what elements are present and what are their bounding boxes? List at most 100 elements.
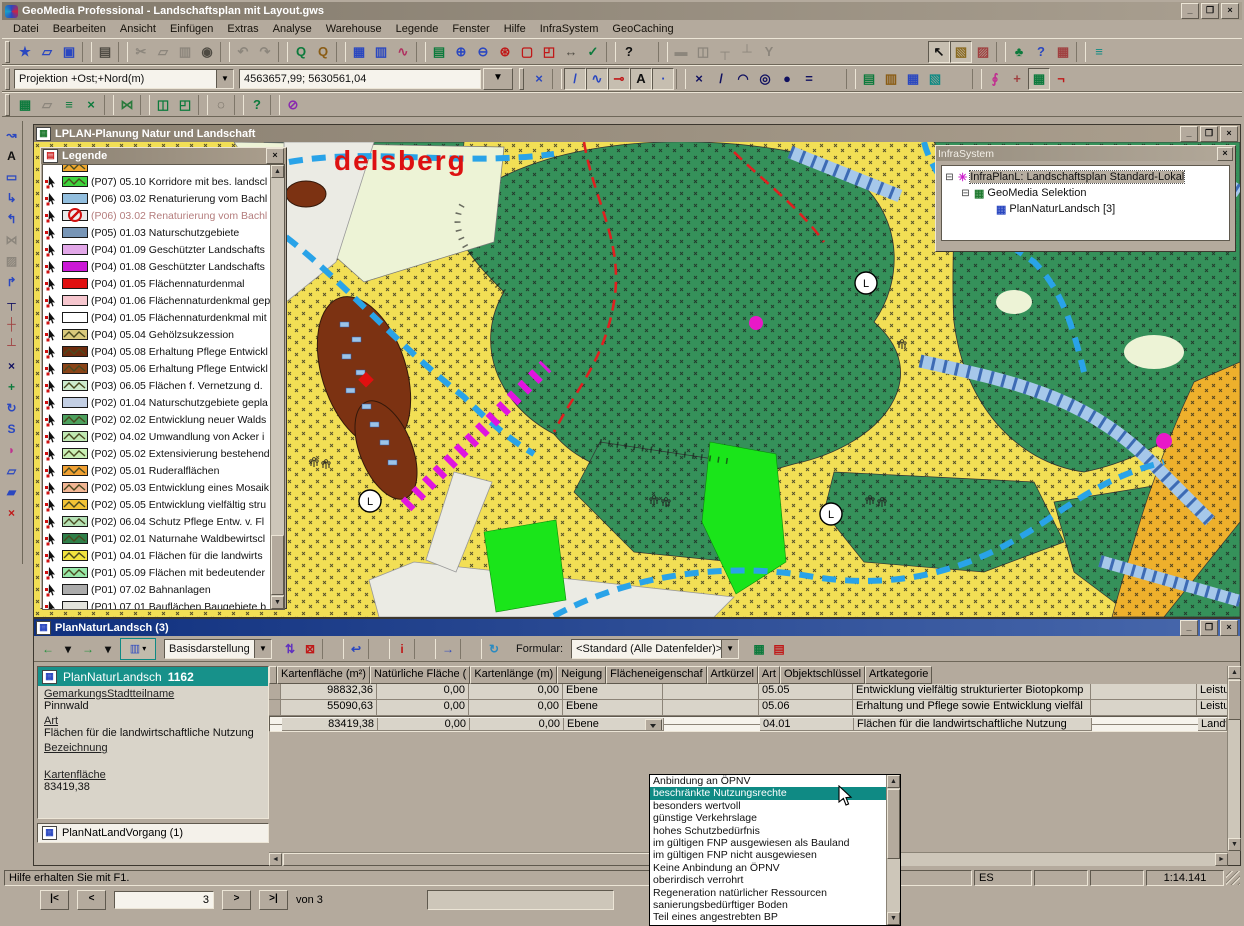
undo-icon[interactable]: ↶ [232,41,254,63]
snap-points-icon[interactable]: + [1006,68,1028,90]
next-record-icon[interactable]: → [78,639,98,659]
new-geoworkspace-icon[interactable]: ★ [14,41,36,63]
draw-circle-icon[interactable]: ◎ [754,68,776,90]
paste-icon[interactable]: ▥ [174,41,196,63]
display-properties-icon[interactable]: ▦ [749,639,769,659]
legend-item[interactable]: (P04) 01.05 Flächennaturdenmal [43,275,271,292]
fit-all-icon[interactable]: ▢ [516,41,538,63]
row-selector-cell[interactable] [269,700,281,716]
dropdown-scroll-thumb[interactable] [887,789,900,859]
move-element-icon[interactable]: + [2,376,21,397]
join-icon[interactable]: ⋈ [116,94,138,116]
last-record-button[interactable]: >| [259,890,288,910]
form-combobox[interactable]: <Standard (Alle Datenfelder)> ▼ [571,639,739,659]
cell-kartenlaenge[interactable]: 0,00 [469,684,563,700]
combo-arrow-icon[interactable]: ▼ [216,70,233,88]
refresh-table-icon[interactable]: ↻ [484,639,504,659]
previous-record-button[interactable]: < [77,890,106,910]
zoom-in-icon[interactable]: ⊕ [450,41,472,63]
rotate-element-icon[interactable]: ↻ [2,397,21,418]
row-selector-cell[interactable] [269,684,281,700]
scroll-up-icon[interactable]: ▲ [1228,666,1241,679]
legend-scroll-thumb[interactable] [271,535,284,595]
dropdown-option[interactable]: im gültigen FNP ausgewiesen als Bauland [650,837,887,849]
legend-item[interactable]: (P02) 05.01 Ruderalflächen [43,462,271,479]
legend-item[interactable]: (P02) 05.03 Entwicklung eines Mosaik [43,479,271,496]
display-style-combobox[interactable]: Basisdarstellung ▼ [164,639,272,659]
previous-options-icon[interactable]: ▾ [58,639,78,659]
cell-objektschluessel[interactable] [1091,700,1197,716]
zoom-out-icon[interactable]: ⊖ [472,41,494,63]
table-vertical-scrollbar[interactable]: ▲ ▼ [1227,666,1240,851]
hook-icon[interactable]: ↱ [2,271,21,292]
draw-line-icon[interactable]: / [564,68,586,90]
scroll-down-icon[interactable]: ▼ [887,912,900,925]
toolbar-grip[interactable] [519,68,524,90]
infrasystem-close-button[interactable]: × [1217,147,1233,161]
cell-kartenflaeche[interactable]: 98832,36 [281,684,377,700]
previous-record-icon[interactable]: ← [38,639,58,659]
dropdown-option[interactable]: Regeneration natürlicher Ressourcen [650,887,887,899]
redraw-icon[interactable]: ✓ [582,41,604,63]
select-features-icon[interactable]: ▨ [972,41,994,63]
dropdown-option[interactable]: Keine Anbindung an ÖPNV [650,862,887,874]
table-hscroll-thumb[interactable] [283,853,703,866]
dashed-end-icon[interactable]: ┴ [2,334,21,355]
reshape-element-icon[interactable]: S [2,418,21,439]
insert-thematic-icon[interactable]: ▦ [1052,41,1074,63]
row-up-icon[interactable]: ┬ [714,41,736,63]
menu-infrasystem[interactable]: InfraSystem [533,21,606,37]
legend-item[interactable]: (P02) 06.04 Schutz Pflege Entw. v. Fl [43,513,271,530]
pan-icon[interactable]: ↔ [560,41,582,63]
record-field-label[interactable]: GemarkungsStadtteilname [44,688,262,700]
extend-trim-icon[interactable]: ⊸ [608,68,630,90]
cell-kartenlaenge[interactable]: 0,00 [470,718,564,731]
redo-icon[interactable]: ↷ [254,41,276,63]
insert-text-icon[interactable]: A [630,68,652,90]
next-record-button[interactable]: > [222,890,251,910]
first-record-button[interactable]: |< [40,890,69,910]
record-number-input[interactable]: 3 [114,891,214,909]
draw-arc-icon[interactable]: ◠ [732,68,754,90]
table-vscroll-thumb[interactable] [1228,680,1241,720]
delete-feature-icon[interactable]: × [2,502,21,523]
map-minimize-button[interactable]: _ [1180,126,1198,142]
record-field-label[interactable]: Kartenfläche [44,769,262,781]
menu-bearbeiten[interactable]: Bearbeiten [46,21,113,37]
legend-item[interactable]: (P06) 03.02 Renaturierung vom Bachl [43,190,271,207]
cell-artkategorie[interactable]: Leistungsfäh [1197,684,1228,700]
draw-segment-icon[interactable]: / [710,68,732,90]
merge-rows-icon[interactable]: Y [758,41,780,63]
help-topics-icon[interactable]: ? [246,94,268,116]
table-row[interactable]: 55090,63 0,00 0,00 Ebene 05.06 Erhaltung… [269,700,1228,716]
scroll-down-icon[interactable]: ▼ [1228,838,1241,851]
select-columns-icon[interactable]: ▤ [769,639,789,659]
insert-point-icon[interactable]: ∙ [652,68,674,90]
toolbar-grip[interactable] [5,94,10,116]
select-tool-icon[interactable]: ↖ [928,41,950,63]
cell-art[interactable]: Flächen für die landwirtschaftliche Nutz… [854,718,1092,731]
draw-polyline-icon[interactable]: ∿ [586,68,608,90]
cell-artkategorie[interactable]: Landwirtschf [1198,718,1227,731]
related-table-panel[interactable]: ▦ PlanNatLandVorgang (1) [37,823,269,843]
legend-item[interactable]: (P02) 01.04 Naturschutzgebiete gepla [43,394,271,411]
legend-item[interactable]: (P05) 01.03 Naturschutzgebiete [43,224,271,241]
legend-item[interactable]: (P01) 07.02 Bahnanlagen [43,581,271,598]
toolbar-grip[interactable] [5,68,10,90]
scroll-right-icon[interactable]: ► [1215,853,1228,866]
insert-feature-icon[interactable]: ♣ [1008,41,1030,63]
data-close-button[interactable]: × [1220,620,1238,636]
help-mode-icon[interactable]: ? [618,41,640,63]
split-element-icon[interactable]: × [528,68,550,90]
new-data-window-icon[interactable]: ▥ [370,41,392,63]
flip-icon[interactable]: ⋈ [2,229,21,250]
legend-item[interactable]: (P02) 05.02 Extensivierung bestehend [43,445,271,462]
parallel-lines-icon[interactable]: = [798,68,820,90]
scroll-down-icon[interactable]: ▼ [271,596,284,609]
open-category-icon[interactable]: ▱ [36,94,58,116]
column-header[interactable]: Artkategorie [865,666,932,684]
paste-special-icon[interactable]: ▥ [880,68,902,90]
legend-item[interactable]: (P04) 01.08 Geschützter Landschafts [43,258,271,275]
scroll-up-icon[interactable]: ▲ [887,775,900,788]
table-row[interactable]: 98832,36 0,00 0,00 Ebene 05.05 Entwicklu… [269,684,1228,700]
